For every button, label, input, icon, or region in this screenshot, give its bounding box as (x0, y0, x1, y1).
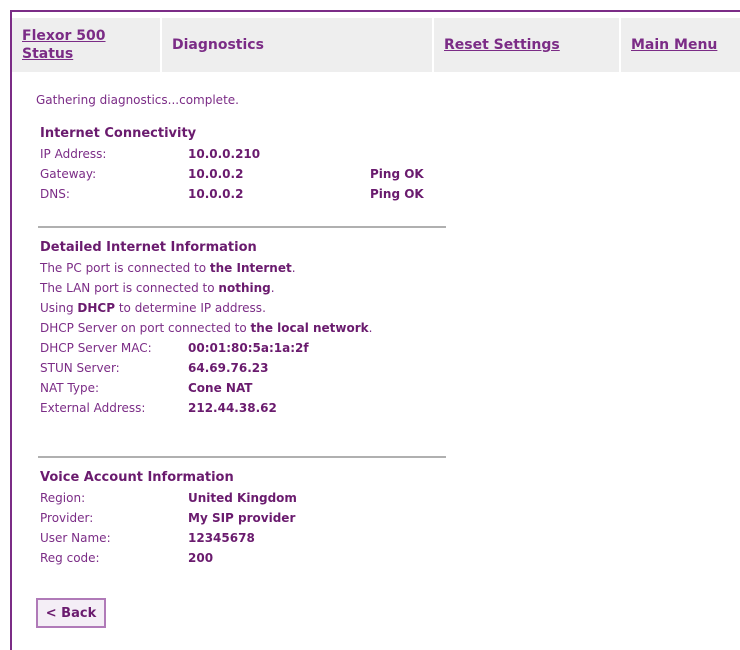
lan-port-line: The LAN port is connected to nothing. (40, 278, 460, 298)
dhcp-mac-row: DHCP Server MAC: 00:01:80:5a:1a:2f (40, 338, 460, 358)
dhcp-server-line: DHCP Server on port connected to the loc… (40, 318, 460, 338)
row-label: Gateway: (40, 167, 97, 181)
row-value: My SIP provider (188, 511, 296, 525)
row-value: 12345678 (188, 531, 255, 545)
line-bold: DHCP (77, 301, 116, 315)
row-label: DHCP Server MAC: (40, 341, 152, 355)
row-value: 00:01:80:5a:1a:2f (188, 341, 309, 355)
nat-type-row: NAT Type: Cone NAT (40, 378, 460, 398)
stun-server-row: STUN Server: 64.69.76.23 (40, 358, 460, 378)
line-text: Using (40, 301, 78, 315)
row-label: DNS: (40, 187, 70, 201)
row-label: Region: (40, 491, 86, 505)
row-label: IP Address: (40, 147, 107, 161)
row-label: External Address: (40, 401, 146, 415)
row-value: 10.0.0.2 (188, 187, 244, 201)
status-message: Gathering diagnostics...complete. (36, 93, 239, 107)
provider-row: Provider: My SIP provider (40, 508, 460, 528)
ping-status: Ping OK (370, 187, 424, 201)
line-text: DHCP Server on port connected to (40, 321, 251, 335)
nav-diagnostics-label: Diagnostics (172, 37, 264, 53)
row-value: 10.0.0.210 (188, 147, 261, 161)
dhcp-line: Using DHCP to determine IP address. (40, 298, 460, 318)
external-address-row: External Address: 212.44.38.62 (40, 398, 460, 418)
reg-code-row: Reg code: 200 (40, 548, 460, 568)
row-value: United Kingdom (188, 491, 297, 505)
nav-bar: Flexor 500 Status Diagnostics Reset Sett… (12, 18, 740, 72)
detailed-title: Detailed Internet Information (40, 240, 257, 255)
line-bold: nothing (218, 281, 271, 295)
ping-status: Ping OK (370, 167, 424, 181)
row-value: Cone NAT (188, 381, 253, 395)
row-label: Reg code: (40, 551, 100, 565)
row-label: STUN Server: (40, 361, 120, 375)
section-divider (38, 226, 446, 228)
nav-main-menu-label[interactable]: Main Menu (631, 37, 717, 53)
row-label: NAT Type: (40, 381, 100, 395)
line-text: The LAN port is connected to (40, 281, 219, 295)
section-divider (38, 456, 446, 458)
back-button[interactable]: < Back (36, 598, 106, 628)
row-value: 64.69.76.23 (188, 361, 269, 375)
nav-diagnostics-current: Diagnostics (162, 18, 432, 72)
row-value: 200 (188, 551, 214, 565)
voice-title: Voice Account Information (40, 470, 234, 485)
nav-status-label[interactable]: Flexor 500 Status (22, 27, 132, 63)
line-bold: the local network (250, 321, 369, 335)
row-value: 10.0.0.2 (188, 167, 244, 181)
row-value: 212.44.38.62 (188, 401, 277, 415)
line-text: The PC port is connected to (40, 261, 210, 275)
line-text: . (291, 261, 296, 275)
nav-main-menu-link[interactable]: Main Menu (621, 18, 740, 72)
detailed-section: Detailed Internet Information The PC por… (40, 238, 460, 418)
connectivity-title: Internet Connectivity (40, 126, 197, 141)
row-label: Provider: (40, 511, 94, 525)
connectivity-section: Internet Connectivity IP Address: 10.0.0… (40, 124, 460, 204)
line-text: to determine IP address. (115, 301, 266, 315)
dns-row: DNS: 10.0.0.2 Ping OK (40, 184, 460, 204)
ip-address-row: IP Address: 10.0.0.210 (40, 144, 460, 164)
nav-reset-link[interactable]: Reset Settings (434, 18, 619, 72)
region-row: Region: United Kingdom (40, 488, 460, 508)
nav-status-link[interactable]: Flexor 500 Status (12, 18, 160, 72)
line-bold: the Internet (209, 261, 292, 275)
nav-reset-label[interactable]: Reset Settings (444, 37, 560, 53)
line-text: . (368, 321, 373, 335)
voice-section: Voice Account Information Region: United… (40, 468, 460, 568)
row-label: User Name: (40, 531, 111, 545)
line-text: . (270, 281, 275, 295)
pc-port-line: The PC port is connected to the Internet… (40, 258, 460, 278)
user-name-row: User Name: 12345678 (40, 528, 460, 548)
gateway-row: Gateway: 10.0.0.2 Ping OK (40, 164, 460, 184)
